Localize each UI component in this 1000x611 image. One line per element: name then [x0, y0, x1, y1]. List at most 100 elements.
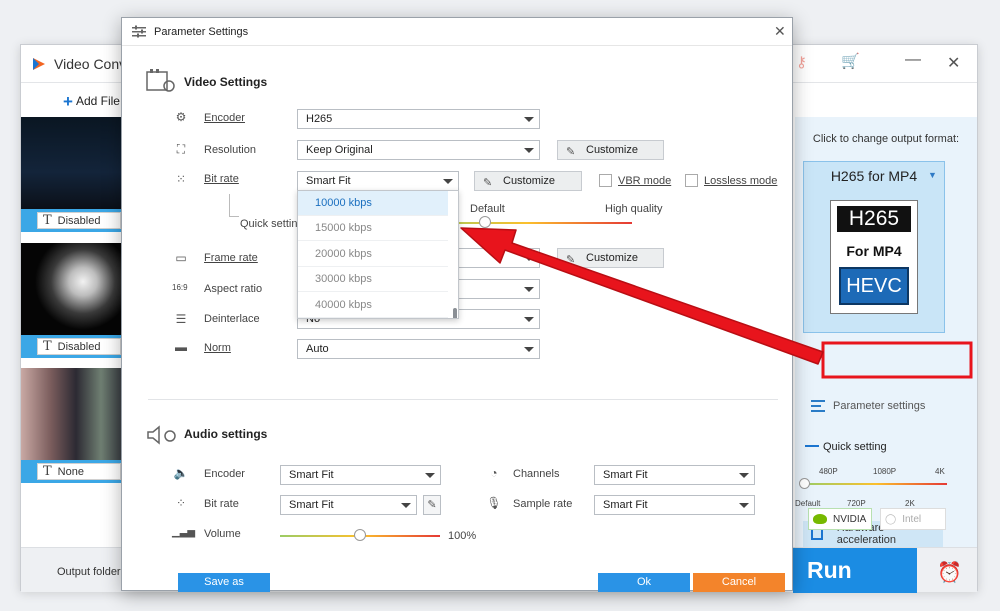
video-quality-slider-knob[interactable] — [479, 216, 491, 228]
key-icon[interactable]: ⚷ — [796, 53, 807, 71]
bitrate-option[interactable]: 20000 kbps — [298, 242, 448, 267]
bitrate-customize-button[interactable]: ✎ Customize — [474, 171, 582, 191]
volume-bars-icon: ▁▃▅ — [172, 527, 196, 538]
close-dialog-button[interactable]: ✕ — [774, 23, 786, 40]
norm-select[interactable]: Auto — [297, 339, 540, 359]
lossless-mode-checkbox[interactable] — [685, 174, 698, 187]
channels-select[interactable]: Smart Fit — [594, 465, 755, 485]
resolution-value: Keep Original — [306, 144, 373, 156]
bitrate-option[interactable]: 40000 kbps — [298, 293, 448, 318]
quality-tick: 2K — [905, 499, 915, 508]
video-bitrate-value: Smart Fit — [306, 175, 351, 187]
format-hint: Click to change output format: — [812, 133, 960, 145]
quality-slider-track[interactable] — [805, 483, 947, 485]
quality-tick: 1080P — [873, 467, 897, 476]
audio-bitrate-edit-button[interactable]: ✎ — [423, 495, 441, 515]
quick-setting-label: Quick setting — [805, 441, 887, 453]
tree-connector — [229, 216, 239, 217]
video-thumbnail — [21, 243, 121, 335]
speaker-icon: 🔈 — [173, 466, 189, 480]
quality-default-label: Default — [470, 203, 505, 215]
channels-label: Channels — [513, 468, 560, 480]
task-item[interactable]: T None — [21, 368, 121, 483]
resolution-frame-icon: ⛶ — [176, 142, 186, 156]
cancel-button[interactable]: Cancel — [693, 573, 785, 592]
bitrate-option[interactable]: 30000 kbps — [298, 267, 448, 292]
ok-button[interactable]: Ok — [598, 573, 690, 592]
vbr-mode-checkbox[interactable] — [599, 174, 612, 187]
audio-encoder-value: Smart Fit — [289, 469, 334, 481]
format-image-codec: H265 — [837, 206, 911, 232]
add-files-button[interactable]: + Add File — [63, 92, 120, 112]
pencil-icon: ✎ — [427, 499, 437, 511]
quality-slider-knob[interactable] — [799, 478, 810, 489]
audio-bitrate-icon: ⁘ — [175, 496, 187, 510]
plus-icon: + — [63, 92, 73, 111]
output-format-card[interactable]: H265 for MP4 ▼ H265 For MP4 HEVC — [803, 161, 945, 333]
bitrate-dropdown-list: 10000 kbps 15000 kbps 20000 kbps 30000 k… — [297, 190, 459, 319]
nvidia-logo-icon — [813, 514, 827, 524]
video-settings-title: Video Settings — [184, 75, 268, 89]
video-bitrate-select[interactable]: Smart Fit — [297, 171, 459, 191]
norm-label[interactable]: Norm — [204, 342, 231, 354]
parameter-settings-label: Parameter settings — [833, 400, 926, 412]
task-item[interactable]: T Disabled — [21, 117, 121, 232]
dropdown-triangle-icon: ▼ — [928, 170, 937, 180]
vbr-mode-label[interactable]: VBR mode — [618, 175, 671, 187]
text-icon: T — [43, 213, 52, 228]
frame-rate-film-icon: ▭ — [175, 251, 187, 265]
audio-encoder-select[interactable]: Smart Fit — [280, 465, 441, 485]
intel-logo-icon: ◯ — [885, 513, 897, 525]
save-as-button[interactable]: Save as — [178, 573, 270, 592]
subtitle-selector[interactable]: T None — [37, 463, 121, 480]
app-logo-icon — [33, 58, 45, 70]
lossless-mode-label[interactable]: Lossless mode — [704, 175, 777, 187]
audio-bitrate-select[interactable]: Smart Fit — [280, 495, 417, 515]
format-image-container: For MP4 — [846, 243, 902, 259]
quality-tick: 480P — [819, 467, 838, 476]
deinterlace-label: Deinterlace — [204, 313, 260, 325]
output-format-panel: Click to change output format: H265 for … — [795, 117, 977, 547]
add-files-label: Add File — [75, 94, 120, 108]
audio-bitrate-label: Bit rate — [204, 498, 239, 510]
cart-icon[interactable]: 🛒 — [841, 52, 860, 70]
caret-icon — [524, 148, 534, 153]
app-title: Video Conv — [54, 56, 127, 72]
norm-monitor-icon: ▬ — [175, 340, 187, 354]
run-button[interactable]: Run — [793, 548, 917, 593]
sample-rate-select[interactable]: Smart Fit — [594, 495, 755, 515]
caret-icon — [524, 347, 534, 352]
parameter-settings-button[interactable]: Parameter settings — [803, 389, 953, 423]
frame-rate-label[interactable]: Frame rate — [204, 252, 258, 264]
customize-label: Customize — [586, 252, 638, 264]
volume-slider-knob[interactable] — [354, 529, 366, 541]
resolution-select[interactable]: Keep Original — [297, 140, 540, 160]
dialog-title: Parameter Settings — [154, 26, 249, 38]
volume-value: 100% — [448, 530, 477, 542]
video-bitrate-label[interactable]: Bit rate — [204, 173, 239, 185]
frame-rate-customize-button[interactable]: ✎ Customize — [557, 248, 664, 268]
deinterlace-lines-icon: ☰ — [175, 312, 187, 326]
video-encoder-label[interactable]: Encoder — [204, 112, 245, 124]
close-window-button[interactable]: ✕ — [947, 53, 960, 73]
subtitle-selector[interactable]: T Disabled — [37, 212, 121, 229]
resolution-customize-button[interactable]: ✎ Customize — [557, 140, 664, 160]
dropdown-scrollbar[interactable] — [453, 308, 457, 318]
resolution-label: Resolution — [204, 144, 256, 156]
task-item[interactable]: T Disabled — [21, 243, 121, 358]
audio-encoder-label: Encoder — [204, 468, 245, 480]
bitrate-option[interactable]: 15000 kbps — [298, 216, 448, 241]
minimize-button[interactable]: — — [905, 51, 921, 69]
video-thumbnail — [21, 368, 121, 460]
video-encoder-select[interactable]: H265 — [297, 109, 540, 129]
aspect-ratio-label: Aspect ratio — [204, 283, 263, 295]
video-thumbnail — [21, 117, 121, 209]
norm-value: Auto — [306, 343, 329, 355]
nvidia-option[interactable]: NVIDIA — [808, 508, 872, 530]
intel-option[interactable]: ◯ Intel — [880, 508, 946, 530]
bitrate-option[interactable]: 10000 kbps — [298, 191, 448, 216]
subtitle-selector[interactable]: T Disabled — [37, 338, 121, 355]
alarm-clock-icon[interactable]: ⏰ — [937, 560, 962, 585]
format-name: H265 for MP4 — [830, 168, 918, 184]
caret-icon — [524, 256, 534, 261]
